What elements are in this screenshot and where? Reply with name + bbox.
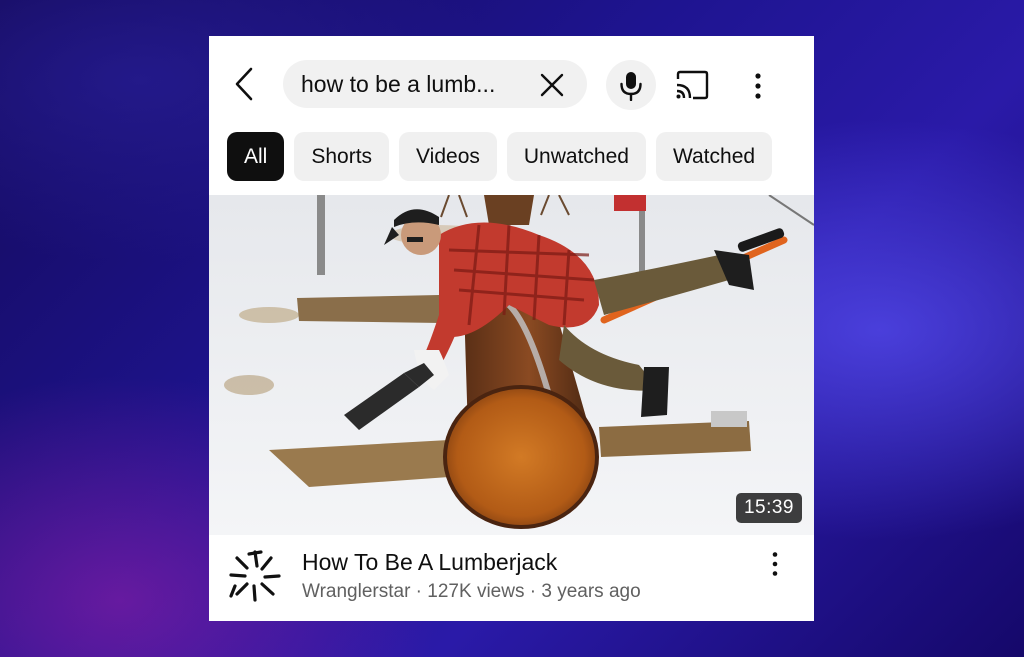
- cast-button[interactable]: [674, 70, 710, 100]
- view-count: 127K views: [427, 581, 525, 602]
- chip-all[interactable]: All: [227, 132, 285, 181]
- video-meta: Wranglerstar · 127K views · 3 years ago: [302, 581, 641, 603]
- thumbnail-image: [209, 195, 814, 535]
- upload-age: 3 years ago: [541, 581, 641, 602]
- meta-separator: ·: [524, 581, 542, 602]
- chip-shorts[interactable]: Shorts: [294, 132, 390, 181]
- clear-search-button[interactable]: [539, 72, 565, 98]
- filter-chips: All Shorts Videos Unwatched Watched: [227, 132, 782, 182]
- more-vertical-icon: [755, 73, 761, 99]
- video-title[interactable]: How To Be A Lumberjack: [302, 549, 557, 576]
- chip-unwatched[interactable]: Unwatched: [506, 132, 646, 181]
- search-query[interactable]: how to be a lumb...: [301, 71, 495, 98]
- channel-logo-icon: [229, 550, 281, 602]
- voice-search-button[interactable]: [606, 60, 656, 110]
- microphone-icon: [620, 72, 642, 101]
- more-vertical-icon: [772, 552, 778, 576]
- back-button[interactable]: [231, 66, 259, 102]
- cast-icon: [676, 70, 709, 100]
- video-options-button[interactable]: [769, 551, 781, 577]
- video-duration-badge: 15:39: [735, 493, 802, 523]
- close-icon: [540, 73, 564, 97]
- channel-avatar[interactable]: [227, 548, 283, 604]
- video-thumbnail[interactable]: 15:39: [209, 195, 814, 535]
- more-options-button[interactable]: [751, 72, 765, 100]
- channel-name[interactable]: Wranglerstar: [302, 581, 410, 602]
- app-window: how to be a lumb... All Shorts Videos Un…: [209, 36, 814, 621]
- meta-separator: ·: [410, 581, 428, 602]
- chip-watched[interactable]: Watched: [655, 132, 773, 181]
- chevron-left-icon: [235, 67, 253, 101]
- chip-videos[interactable]: Videos: [399, 132, 497, 181]
- search-input[interactable]: how to be a lumb...: [283, 60, 587, 108]
